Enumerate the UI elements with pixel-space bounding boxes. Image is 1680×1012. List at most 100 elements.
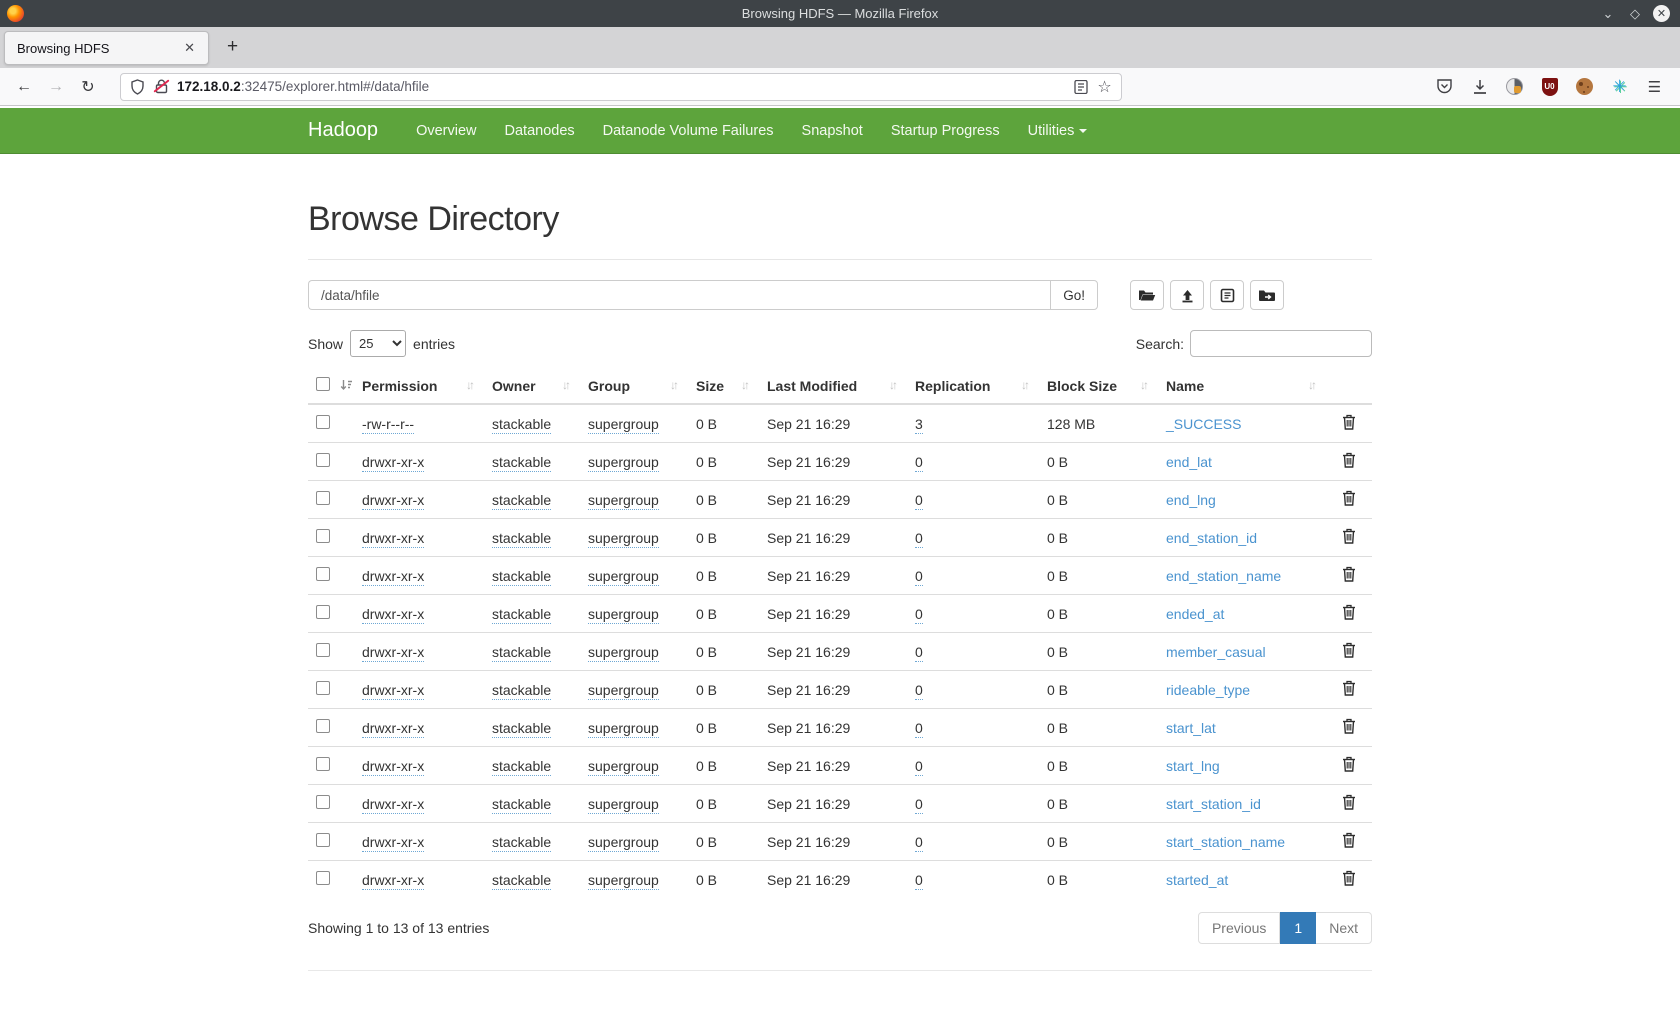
delete-trash-icon[interactable] [1342, 645, 1356, 661]
navbar-item-utilities[interactable]: Utilities [1014, 110, 1102, 152]
navbar-item-snapshot[interactable]: Snapshot [788, 110, 877, 152]
replication-value[interactable]: 3 [915, 416, 923, 434]
maximize-icon[interactable]: ◇ [1626, 5, 1644, 23]
row-checkbox[interactable] [316, 795, 330, 809]
row-checkbox[interactable] [316, 833, 330, 847]
group-value[interactable]: supergroup [588, 796, 659, 814]
owner-value[interactable]: stackable [492, 416, 551, 434]
replication-value[interactable]: 0 [915, 720, 923, 738]
file-name-link[interactable]: end_lng [1166, 492, 1216, 508]
permission-value[interactable]: drwxr-xr-x [362, 606, 424, 624]
owner-value[interactable]: stackable [492, 796, 551, 814]
cookie-extension-icon[interactable] [1575, 77, 1594, 96]
close-window-icon[interactable]: ✕ [1653, 5, 1670, 22]
owner-value[interactable]: stackable [492, 644, 551, 662]
group-value[interactable]: supergroup [588, 416, 659, 434]
owner-value[interactable]: stackable [492, 454, 551, 472]
delete-trash-icon[interactable] [1342, 683, 1356, 699]
file-name-link[interactable]: ended_at [1166, 606, 1224, 622]
extension-asterisk-icon[interactable]: ✳ [1610, 77, 1629, 96]
file-name-link[interactable]: start_lng [1166, 758, 1220, 774]
permission-value[interactable]: drwxr-xr-x [362, 568, 424, 586]
search-input[interactable] [1190, 330, 1372, 357]
file-name-link[interactable]: start_station_name [1166, 834, 1285, 850]
new-tab-button[interactable]: + [217, 34, 248, 60]
replication-value[interactable]: 0 [915, 644, 923, 662]
column-header-last-modified[interactable]: Last Modified↓↑ [759, 369, 907, 404]
delete-trash-icon[interactable] [1342, 455, 1356, 471]
row-checkbox[interactable] [316, 681, 330, 695]
owner-value[interactable]: stackable [492, 568, 551, 586]
navbar-item-datanodes[interactable]: Datanodes [491, 110, 589, 152]
row-checkbox[interactable] [316, 719, 330, 733]
replication-value[interactable]: 0 [915, 796, 923, 814]
row-checkbox[interactable] [316, 643, 330, 657]
group-value[interactable]: supergroup [588, 834, 659, 852]
delete-trash-icon[interactable] [1342, 493, 1356, 509]
owner-value[interactable]: stackable [492, 872, 551, 890]
permission-value[interactable]: drwxr-xr-x [362, 796, 424, 814]
group-value[interactable]: supergroup [588, 682, 659, 700]
select-all-checkbox[interactable] [316, 377, 330, 391]
group-value[interactable]: supergroup [588, 530, 659, 548]
row-checkbox[interactable] [316, 757, 330, 771]
row-checkbox[interactable] [316, 491, 330, 505]
permission-value[interactable]: drwxr-xr-x [362, 720, 424, 738]
group-value[interactable]: supergroup [588, 454, 659, 472]
permission-value[interactable]: drwxr-xr-x [362, 682, 424, 700]
owner-value[interactable]: stackable [492, 758, 551, 776]
file-name-link[interactable]: end_station_id [1166, 530, 1257, 546]
page-number-button[interactable]: 1 [1280, 912, 1316, 944]
delete-trash-icon[interactable] [1342, 835, 1356, 851]
column-header-group[interactable]: Group↓↑ [580, 369, 688, 404]
owner-value[interactable]: stackable [492, 834, 551, 852]
replication-value[interactable]: 0 [915, 834, 923, 852]
delete-trash-icon[interactable] [1342, 797, 1356, 813]
permission-value[interactable]: -rw-r--r-- [362, 416, 414, 434]
permission-value[interactable]: drwxr-xr-x [362, 644, 424, 662]
row-checkbox[interactable] [316, 529, 330, 543]
delete-trash-icon[interactable] [1342, 607, 1356, 623]
forward-icon[interactable]: → [42, 74, 70, 100]
group-value[interactable]: supergroup [588, 492, 659, 510]
move-to-folder-button[interactable] [1250, 280, 1284, 310]
row-checkbox[interactable] [316, 415, 330, 429]
row-checkbox[interactable] [316, 871, 330, 885]
delete-trash-icon[interactable] [1342, 759, 1356, 775]
reload-icon[interactable]: ↻ [74, 74, 102, 100]
permission-value[interactable]: drwxr-xr-x [362, 530, 424, 548]
hadoop-brand[interactable]: Hadoop [308, 119, 402, 142]
group-value[interactable]: supergroup [588, 568, 659, 586]
column-header-size[interactable]: Size↓↑ [688, 369, 759, 404]
pocket-icon[interactable] [1435, 77, 1454, 96]
file-name-link[interactable]: start_station_id [1166, 796, 1261, 812]
extension-mask-icon[interactable] [1505, 77, 1524, 96]
upload-file-button[interactable] [1170, 280, 1204, 310]
group-value[interactable]: supergroup [588, 720, 659, 738]
delete-trash-icon[interactable] [1342, 531, 1356, 547]
replication-value[interactable]: 0 [915, 530, 923, 548]
delete-trash-icon[interactable] [1342, 721, 1356, 737]
owner-value[interactable]: stackable [492, 606, 551, 624]
create-directory-button[interactable] [1130, 280, 1164, 310]
browser-tab[interactable]: Browsing HDFS ✕ [4, 31, 209, 65]
replication-value[interactable]: 0 [915, 682, 923, 700]
bookmark-star-icon[interactable]: ☆ [1096, 78, 1113, 95]
go-button[interactable]: Go! [1050, 280, 1098, 310]
navbar-item-datanode-volume-failures[interactable]: Datanode Volume Failures [589, 110, 788, 152]
file-name-link[interactable]: _SUCCESS [1166, 416, 1241, 432]
owner-value[interactable]: stackable [492, 720, 551, 738]
next-page-button[interactable]: Next [1316, 912, 1372, 944]
column-header-name[interactable]: Name↓↑ [1158, 369, 1326, 404]
row-checkbox[interactable] [316, 453, 330, 467]
navbar-item-startup-progress[interactable]: Startup Progress [877, 110, 1014, 152]
replication-value[interactable]: 0 [915, 606, 923, 624]
minimize-icon[interactable]: ⌄ [1599, 5, 1617, 23]
group-value[interactable]: supergroup [588, 606, 659, 624]
url-bar[interactable]: 172.18.0.2:32475/explorer.html#/data/hfi… [120, 73, 1122, 101]
reader-view-icon[interactable] [1072, 78, 1089, 95]
ublock-icon[interactable]: U0 [1540, 77, 1559, 96]
file-name-link[interactable]: started_at [1166, 872, 1228, 888]
permission-value[interactable]: drwxr-xr-x [362, 872, 424, 890]
tab-close-icon[interactable]: ✕ [179, 38, 200, 58]
